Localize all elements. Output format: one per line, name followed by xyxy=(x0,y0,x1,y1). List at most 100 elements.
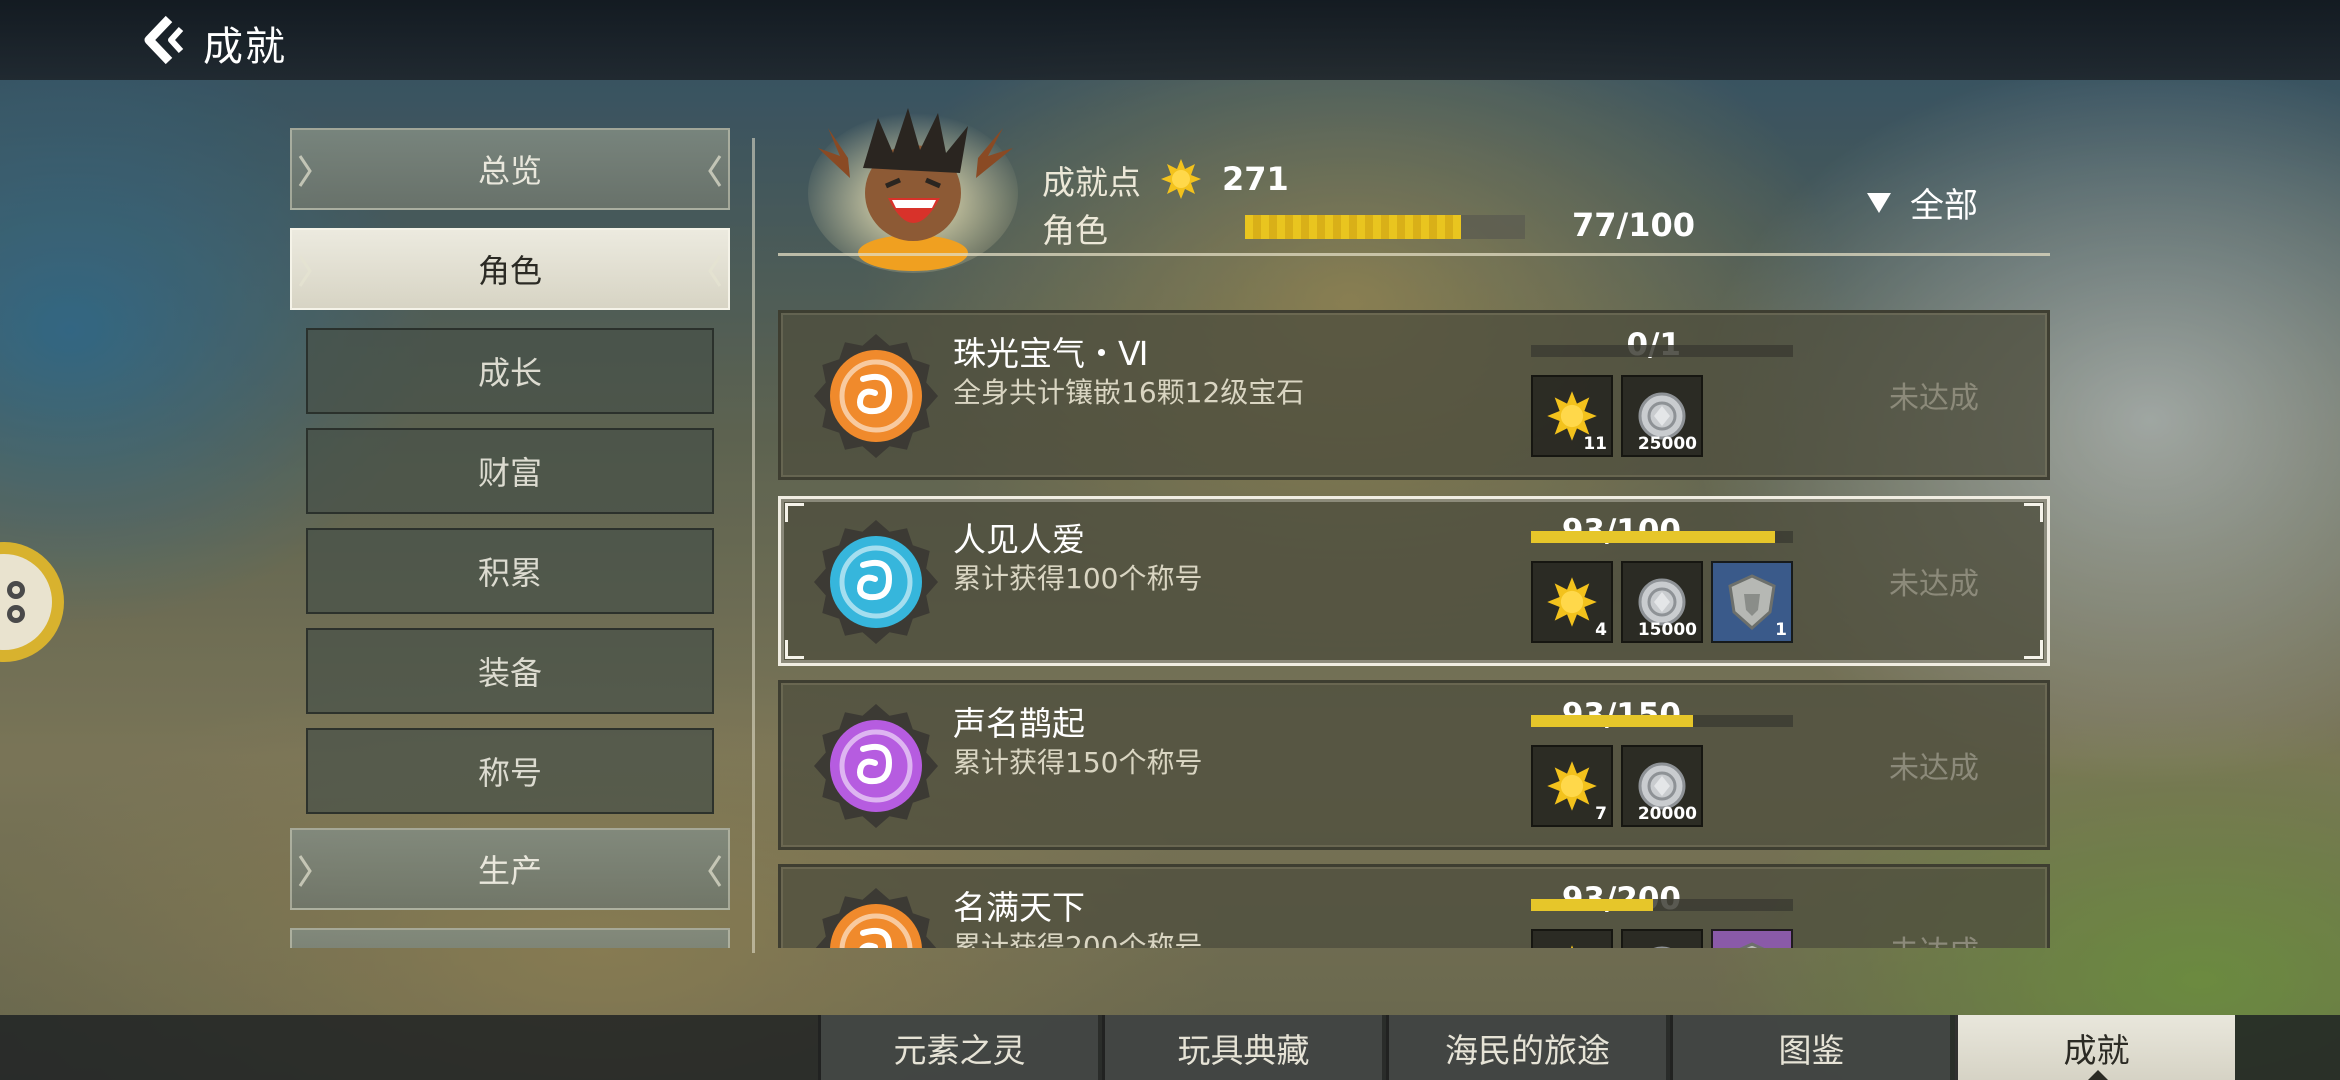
selection-corner xyxy=(785,503,804,522)
filter-dropdown[interactable]: 全部 xyxy=(1866,178,1978,227)
back-arrow-icon xyxy=(144,15,184,65)
reward-item[interactable]: 1 xyxy=(1711,561,1793,643)
sun-token-icon xyxy=(1161,159,1201,199)
shield-crest-icon xyxy=(1739,942,1765,948)
category-progress-text: 77/100 xyxy=(1572,206,1696,244)
filter-label: 全部 xyxy=(1910,186,1978,226)
menu-item-5[interactable]: 积累 xyxy=(306,528,714,614)
menu-item-label: 生产 xyxy=(477,852,542,890)
achievement-card[interactable]: 名满天下累计获得200个称号93/200未达成 xyxy=(778,864,2050,948)
achievement-card[interactable]: 珠光宝气・Ⅵ全身共计镶嵌16颗12级宝石0/11125000未达成 xyxy=(778,310,2050,480)
achievement-badge-icon xyxy=(815,888,937,948)
tab-5[interactable]: 成就 xyxy=(1955,1015,2235,1080)
menu-item-1[interactable]: 总览 xyxy=(290,128,730,210)
menu-item-8[interactable]: 生产 xyxy=(290,828,730,910)
reward-item[interactable]: 15000 xyxy=(1621,561,1703,643)
category-label: 角色 xyxy=(1042,211,1108,250)
achievement-title: 声名鹊起 xyxy=(953,704,1085,743)
character-portrait xyxy=(808,108,1018,273)
side-menu-button[interactable] xyxy=(0,540,66,664)
reward-item[interactable] xyxy=(1621,929,1703,948)
active-tab-indicator xyxy=(2088,1070,2108,1080)
achievement-title: 名满天下 xyxy=(953,888,1085,927)
sun-token-icon xyxy=(1570,945,1574,948)
menu-deco-right-icon xyxy=(708,155,722,187)
reward-count: 4 xyxy=(1595,620,1607,640)
menu-item-label: 角色 xyxy=(477,252,542,290)
reward-list: 7 20000 xyxy=(1531,745,1703,827)
back-button[interactable] xyxy=(140,14,190,66)
achievement-progress-bar xyxy=(1531,715,1793,727)
achievement-description: 全身共计镶嵌16颗12级宝石 xyxy=(953,376,1305,409)
reward-count: 15000 xyxy=(1637,620,1697,640)
achievement-status: 未达成 xyxy=(1889,751,1979,786)
header-divider xyxy=(778,253,2050,256)
achievement-card[interactable]: 声名鹊起累计获得150个称号93/150720000未达成 xyxy=(778,680,2050,850)
menu-item-3[interactable]: 成长 xyxy=(306,328,714,414)
sun-token-icon xyxy=(1547,577,1597,627)
reward-count: 7 xyxy=(1595,804,1607,824)
achievement-progress-bar xyxy=(1531,899,1793,911)
menu-item-9[interactable] xyxy=(290,928,730,948)
menu-deco-left-icon xyxy=(298,855,312,887)
achievement-progress-bar xyxy=(1531,531,1793,543)
tab-4[interactable]: 图鉴 xyxy=(1670,1015,1950,1080)
reward-item[interactable]: 4 xyxy=(1531,561,1613,643)
menu-deco-left-icon xyxy=(298,255,312,287)
reward-count: 11 xyxy=(1583,434,1607,454)
reward-item[interactable]: 7 xyxy=(1531,745,1613,827)
sun-token-icon xyxy=(1547,761,1597,811)
menu-deco-left-icon xyxy=(298,155,312,187)
achievement-badge-icon xyxy=(814,520,938,644)
selection-corner xyxy=(2024,503,2043,522)
achievement-progress-fill xyxy=(1531,899,1653,911)
achievement-badge-icon xyxy=(814,334,938,458)
reward-list xyxy=(1531,929,1793,948)
menu-deco-right-icon xyxy=(708,855,722,887)
tab-label: 成就 xyxy=(2063,1030,2130,1070)
achievement-points-label: 成就点 xyxy=(1042,163,1141,202)
menu-item-2[interactable]: 角色 xyxy=(290,228,730,310)
tab-label: 海民的旅途 xyxy=(1445,1030,1610,1070)
achievement-progress-bar xyxy=(1531,345,1793,357)
achievement-card[interactable]: 人见人爱累计获得100个称号93/1004150001未达成 xyxy=(778,496,2050,666)
achievement-description: 累计获得200个称号 xyxy=(953,930,1203,948)
achievement-description: 累计获得100个称号 xyxy=(953,562,1203,595)
shield-crest-icon xyxy=(1728,574,1776,631)
menu-item-6[interactable]: 装备 xyxy=(306,628,714,714)
selection-corner xyxy=(785,640,804,659)
achievement-progress-fill xyxy=(1531,715,1694,727)
selection-corner xyxy=(2024,640,2043,659)
reward-item[interactable]: 20000 xyxy=(1621,745,1703,827)
triangle-down-icon xyxy=(1867,192,1891,213)
page-title: 成就 xyxy=(203,24,287,70)
reward-count: 25000 xyxy=(1637,434,1697,454)
achievement-status: 未达成 xyxy=(1859,927,2009,948)
tab-1[interactable]: 元素之灵 xyxy=(818,1015,1098,1080)
menu-item-7[interactable]: 称号 xyxy=(306,728,714,814)
top-bar: 成就 xyxy=(0,0,2340,80)
achievement-status: 未达成 xyxy=(1889,381,1979,416)
achievement-description: 累计获得150个称号 xyxy=(953,746,1203,779)
category-progress-bar xyxy=(1245,215,1525,239)
achievement-status: 未达成 xyxy=(1889,567,1979,602)
achievement-title: 珠光宝气・Ⅵ xyxy=(953,334,1149,373)
menu-item-4[interactable]: 财富 xyxy=(306,428,714,514)
reward-list: 4 15000 1 xyxy=(1531,561,1793,643)
tab-label: 图鉴 xyxy=(1778,1030,1845,1070)
tab-label: 元素之灵 xyxy=(893,1030,1026,1070)
tab-3[interactable]: 海民的旅途 xyxy=(1386,1015,1666,1080)
reward-item[interactable]: 11 xyxy=(1531,375,1613,457)
reward-item[interactable] xyxy=(1711,929,1793,948)
achievement-points-value: 271 xyxy=(1222,160,1289,198)
menu-deco-right-icon xyxy=(708,255,722,287)
menu-item-label: 总览 xyxy=(477,152,542,190)
reward-list: 11 25000 xyxy=(1531,375,1703,457)
category-menu: 总览角色成长财富积累装备称号生产 xyxy=(290,128,730,948)
tab-2[interactable]: 玩具典藏 xyxy=(1102,1015,1382,1080)
reward-item[interactable] xyxy=(1531,929,1613,948)
reward-item[interactable]: 25000 xyxy=(1621,375,1703,457)
achievement-list[interactable]: 珠光宝气・Ⅵ全身共计镶嵌16颗12级宝石0/11125000未达成人见人爱累计获… xyxy=(778,306,2050,948)
silver-coin-icon xyxy=(1653,946,1671,948)
menu-divider xyxy=(752,138,755,953)
